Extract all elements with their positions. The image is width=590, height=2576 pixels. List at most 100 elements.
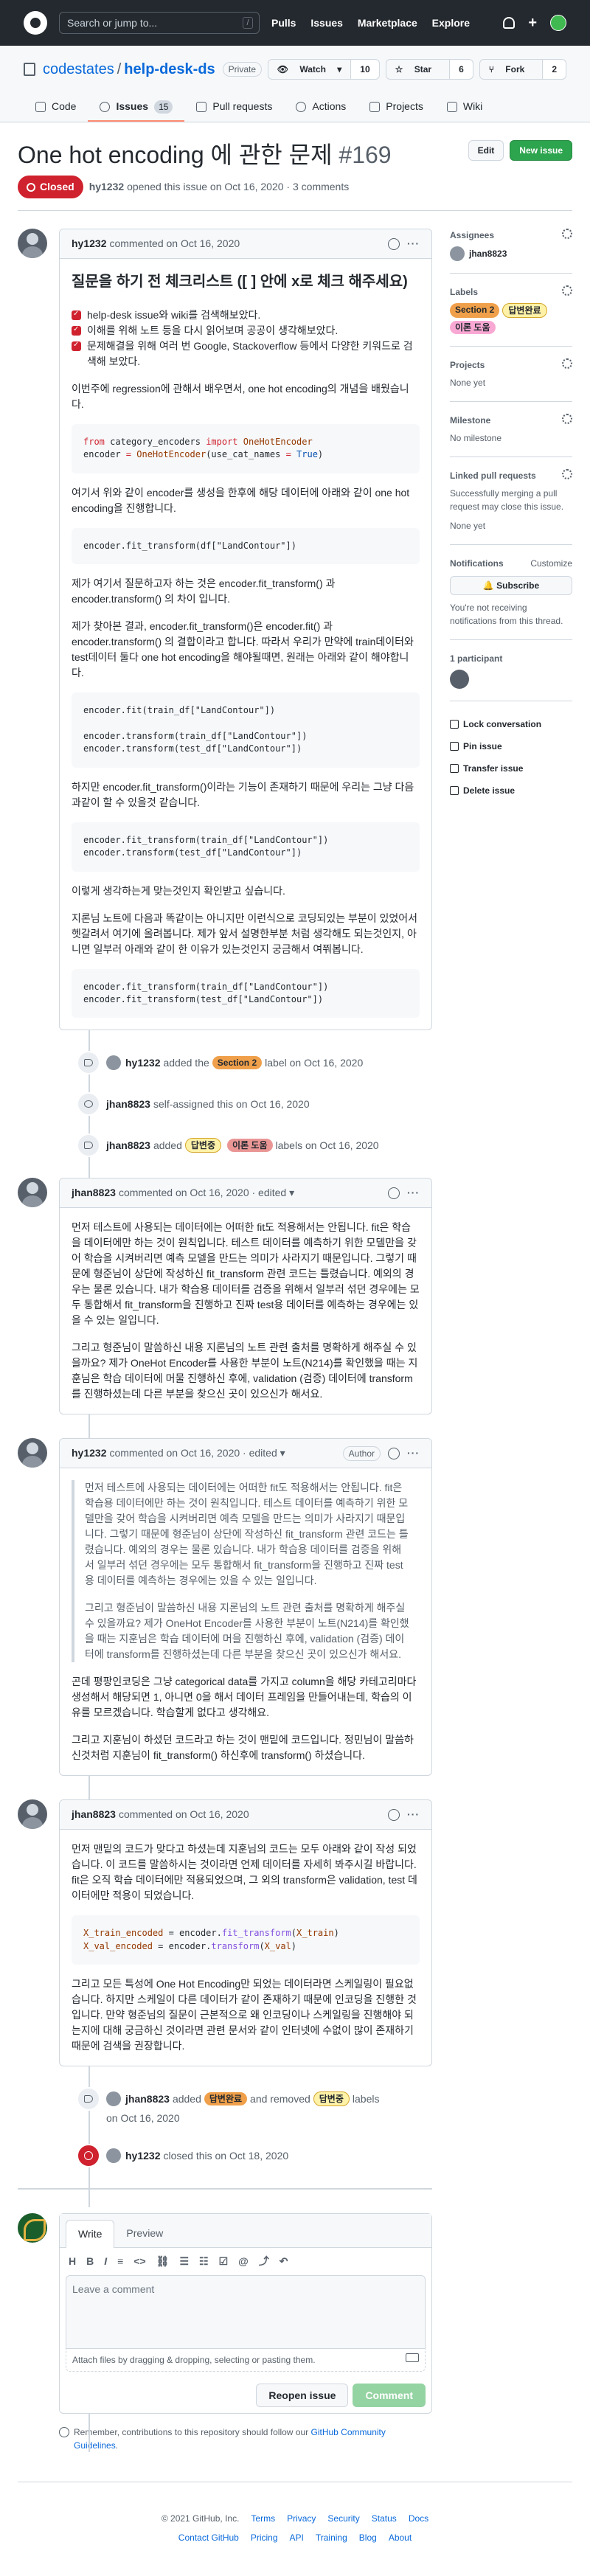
checkbox-checked-icon[interactable]: [72, 308, 81, 320]
quote-icon[interactable]: ≡: [117, 2254, 123, 2269]
comment-author[interactable]: hy1232: [72, 236, 106, 251]
task-list-icon[interactable]: ☑: [219, 2254, 229, 2269]
assignee-link[interactable]: jhan8823: [469, 247, 507, 260]
heading-icon[interactable]: H: [69, 2254, 76, 2269]
pin-issue-link[interactable]: Pin issue: [450, 735, 572, 757]
footer-link[interactable]: Training: [316, 2531, 347, 2544]
comment-button[interactable]: Comment: [353, 2384, 426, 2408]
nav-pulls[interactable]: Pulls: [271, 17, 296, 29]
comment-meta[interactable]: commented on Oct 16, 2020: [109, 236, 240, 251]
label-answering[interactable]: 답변중: [184, 1138, 221, 1153]
checkbox-checked-icon[interactable]: [72, 324, 81, 336]
delete-issue-link[interactable]: Delete issue: [450, 780, 572, 802]
footer-link[interactable]: Contact GitHub: [178, 2531, 239, 2544]
footer-link[interactable]: Docs: [409, 2512, 428, 2525]
comment-author[interactable]: hy1232: [72, 1445, 106, 1461]
event-actor[interactable]: jhan8823: [106, 1138, 150, 1153]
more-options-icon[interactable]: ···: [407, 1185, 420, 1201]
attach-files-area[interactable]: Attach files by dragging & dropping, sel…: [66, 2349, 426, 2372]
more-options-icon[interactable]: ···: [407, 1445, 420, 1461]
cross-reference-icon[interactable]: ⤴: [259, 2254, 269, 2269]
github-logo-icon[interactable]: [24, 11, 47, 35]
event-actor[interactable]: jhan8823: [125, 2091, 170, 2107]
unordered-list-icon[interactable]: ☰: [179, 2254, 189, 2269]
edit-title-button[interactable]: Edit: [468, 140, 504, 161]
ordered-list-icon[interactable]: ☷: [199, 2254, 209, 2269]
event-actor[interactable]: hy1232: [125, 2148, 160, 2164]
add-reaction-icon[interactable]: [388, 1808, 400, 1821]
transfer-issue-link[interactable]: Transfer issue: [450, 757, 572, 780]
tab-code[interactable]: Code: [24, 93, 88, 122]
tab-projects[interactable]: Projects: [358, 93, 435, 122]
event-actor[interactable]: jhan8823: [106, 1097, 150, 1112]
footer-link[interactable]: Security: [327, 2512, 359, 2525]
comment-meta[interactable]: commented on Oct 16, 2020 · edited: [109, 1445, 277, 1461]
label-answering[interactable]: 답변중: [313, 2091, 350, 2107]
watch-button[interactable]: 👁 Watch ▾ 10: [267, 59, 380, 80]
more-options-icon[interactable]: ···: [407, 1807, 420, 1822]
create-new-plus-icon[interactable]: +: [528, 12, 537, 34]
comment-author[interactable]: jhan8823: [72, 1807, 116, 1822]
gear-icon[interactable]: [562, 414, 572, 424]
comment-textarea[interactable]: Leave a comment: [66, 2275, 426, 2350]
italic-icon[interactable]: I: [104, 2254, 107, 2269]
gear-icon[interactable]: [562, 229, 572, 239]
search-input[interactable]: Search or jump to... /: [59, 12, 260, 34]
repo-name-link[interactable]: help-desk-ds: [124, 58, 215, 80]
notifications-bell-icon[interactable]: [503, 17, 516, 29]
lock-conversation-link[interactable]: Lock conversation: [450, 713, 572, 735]
tab-wiki[interactable]: Wiki: [435, 93, 494, 122]
tab-actions[interactable]: Actions: [284, 93, 358, 122]
avatar[interactable]: [18, 2213, 47, 2243]
comment-author[interactable]: jhan8823: [72, 1185, 116, 1201]
footer-link[interactable]: API: [290, 2531, 304, 2544]
comment-meta[interactable]: commented on Oct 16, 2020: [119, 1807, 249, 1822]
watch-count[interactable]: 10: [350, 60, 379, 79]
tab-write[interactable]: Write: [66, 2220, 115, 2249]
markdown-icon[interactable]: [406, 2353, 419, 2363]
avatar[interactable]: [18, 1799, 47, 1830]
gear-icon[interactable]: [562, 469, 572, 479]
nav-explore[interactable]: Explore: [432, 17, 470, 29]
avatar[interactable]: [18, 1438, 47, 1468]
add-reaction-icon[interactable]: [388, 1447, 400, 1459]
star-button[interactable]: ☆ Star 6: [385, 59, 473, 80]
gear-icon[interactable]: [562, 358, 572, 369]
issue-author-link[interactable]: hy1232: [89, 181, 124, 192]
user-avatar[interactable]: [550, 15, 566, 31]
avatar[interactable]: [106, 2148, 121, 2164]
fork-count[interactable]: 2: [542, 60, 566, 79]
mention-icon[interactable]: @: [238, 2254, 249, 2269]
repo-owner-link[interactable]: codestates: [43, 58, 114, 80]
nav-issues[interactable]: Issues: [310, 17, 343, 29]
label-theory-help[interactable]: 이론 도움: [227, 1139, 273, 1153]
reply-icon[interactable]: ↶: [280, 2254, 288, 2269]
footer-link[interactable]: About: [389, 2531, 412, 2544]
add-reaction-icon[interactable]: [388, 237, 400, 250]
star-count[interactable]: 6: [449, 60, 473, 79]
footer-link[interactable]: Status: [372, 2512, 397, 2525]
avatar[interactable]: [106, 2091, 121, 2107]
tab-preview[interactable]: Preview: [114, 2220, 175, 2247]
label-answered[interactable]: 답변완료: [204, 2092, 248, 2106]
label-section-2[interactable]: Section 2: [450, 303, 500, 318]
new-issue-button[interactable]: New issue: [510, 140, 572, 161]
checkbox-checked-icon[interactable]: [72, 339, 81, 351]
avatar[interactable]: [450, 246, 465, 261]
avatar[interactable]: [450, 670, 469, 689]
customize-link[interactable]: Customize: [530, 557, 572, 570]
event-actor[interactable]: hy1232: [125, 1055, 160, 1071]
footer-link[interactable]: Terms: [251, 2512, 275, 2525]
avatar[interactable]: [18, 229, 47, 258]
footer-link[interactable]: Pricing: [251, 2531, 278, 2544]
comment-meta[interactable]: commented on Oct 16, 2020 · edited: [119, 1185, 286, 1201]
label-theory-help[interactable]: 이론 도움: [450, 321, 496, 334]
label-section-2[interactable]: Section 2: [212, 1056, 263, 1070]
add-reaction-icon[interactable]: [388, 1187, 400, 1199]
footer-link[interactable]: Privacy: [287, 2512, 316, 2525]
nav-marketplace[interactable]: Marketplace: [358, 17, 417, 29]
fork-button[interactable]: ⑂ Fork 2: [479, 59, 566, 80]
avatar[interactable]: [106, 1055, 121, 1071]
reopen-issue-button[interactable]: Reopen issue: [256, 2384, 349, 2408]
more-options-icon[interactable]: ···: [407, 236, 420, 251]
